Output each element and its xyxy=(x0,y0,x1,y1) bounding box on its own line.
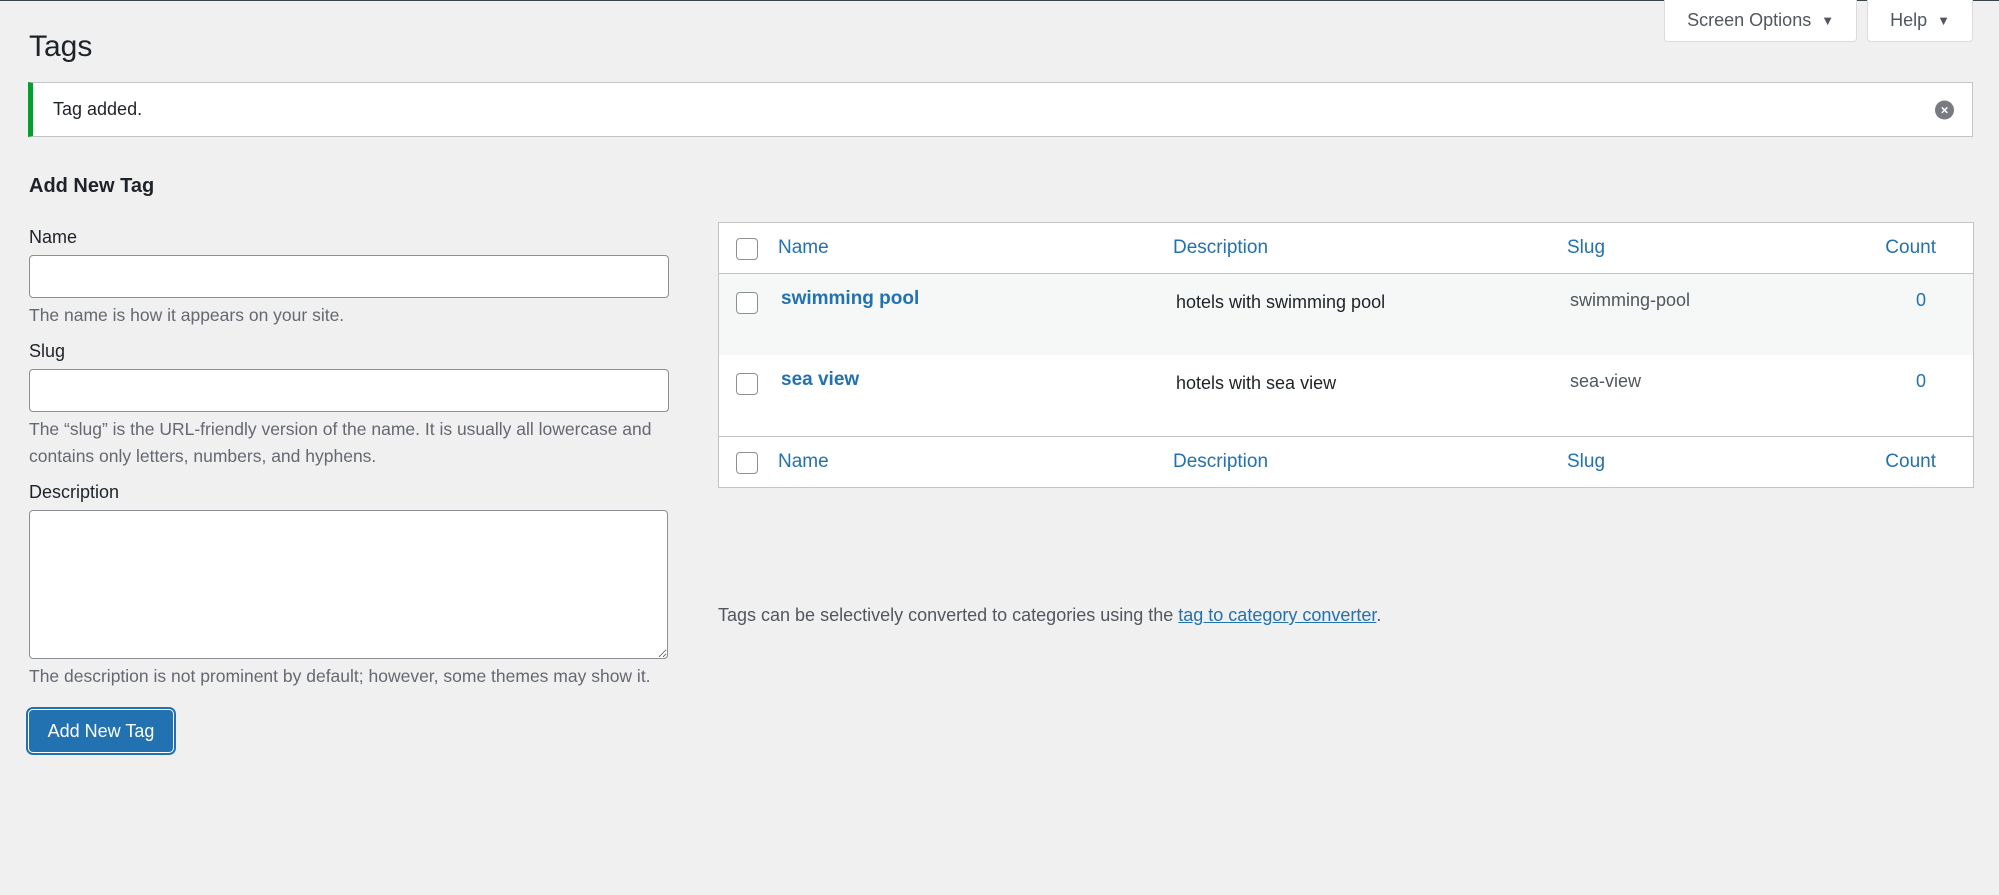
tags-table: Name Description Slug Count swimming poo… xyxy=(718,222,1974,488)
screen-options-label: Screen Options xyxy=(1687,10,1812,30)
converter-note-end: . xyxy=(1376,605,1382,625)
name-hint: The name is how it appears on your site. xyxy=(29,305,345,325)
column-footer-description[interactable]: Description xyxy=(1173,451,1268,473)
column-header-count[interactable]: Count xyxy=(1885,237,1936,259)
tag-count-link[interactable]: 0 xyxy=(1916,290,1926,311)
column-footer-name[interactable]: Name xyxy=(778,451,829,473)
tag-slug: sea-view xyxy=(1570,371,1642,391)
tag-name-link[interactable]: sea view xyxy=(781,369,859,391)
page-title: Tags xyxy=(29,30,93,63)
description-label: Description xyxy=(29,482,120,502)
description-hint: The description is not prominent by defa… xyxy=(29,666,651,686)
column-footer-count[interactable]: Count xyxy=(1885,451,1936,473)
tag-description-textarea[interactable] xyxy=(29,510,668,659)
column-header-description[interactable]: Description xyxy=(1173,237,1268,259)
tag-name-link[interactable]: swimming pool xyxy=(781,288,919,310)
tag-count-link[interactable]: 0 xyxy=(1916,371,1926,392)
table-header-row: Name Description Slug Count xyxy=(719,223,1973,274)
row-checkbox[interactable] xyxy=(736,292,758,314)
table-row: sea view hotels with sea view sea-view 0 xyxy=(719,355,1973,436)
help-label: Help xyxy=(1890,10,1928,30)
converter-note-text: Tags can be selectively converted to cat… xyxy=(718,605,1179,625)
form-heading: Add New Tag xyxy=(29,175,155,197)
row-checkbox[interactable] xyxy=(736,373,758,395)
help-button[interactable]: Help ▼ xyxy=(1867,0,1973,42)
tag-description: hotels with sea view xyxy=(1176,373,1337,393)
select-all-checkbox-footer[interactable] xyxy=(736,452,758,474)
column-footer-slug[interactable]: Slug xyxy=(1567,451,1605,473)
add-new-tag-button[interactable]: Add New Tag xyxy=(29,710,173,752)
table-footer-row: Name Description Slug Count xyxy=(719,436,1973,487)
tag-description: hotels with swimming pool xyxy=(1176,292,1386,312)
tag-name-input[interactable] xyxy=(29,255,669,298)
column-header-name[interactable]: Name xyxy=(778,237,829,259)
tag-slug: swimming-pool xyxy=(1570,290,1691,310)
slug-hint: The “slug” is the URL-friendly version o… xyxy=(29,419,652,466)
tag-converter-link[interactable]: tag to category converter xyxy=(1178,605,1376,625)
select-all-checkbox[interactable] xyxy=(736,238,758,260)
screen-options-button[interactable]: Screen Options ▼ xyxy=(1664,0,1858,42)
column-header-slug[interactable]: Slug xyxy=(1567,237,1605,259)
slug-label: Slug xyxy=(29,341,66,361)
name-label: Name xyxy=(29,227,78,247)
success-notice: Tag added. × xyxy=(28,82,1973,137)
caret-down-icon: ▼ xyxy=(1821,13,1835,28)
add-tag-form: Add New Tag Name The name is how it appe… xyxy=(29,172,669,752)
converter-note: Tags can be selectively converted to cat… xyxy=(718,605,1381,626)
screen-meta-links: Screen Options ▼ Help ▼ xyxy=(1664,0,1973,42)
tag-slug-input[interactable] xyxy=(29,369,669,412)
caret-down-icon: ▼ xyxy=(1937,13,1950,28)
dismiss-notice-icon[interactable]: × xyxy=(1935,100,1954,119)
table-row: swimming pool hotels with swimming pool … xyxy=(719,274,1973,355)
notice-message: Tag added. xyxy=(53,99,143,119)
